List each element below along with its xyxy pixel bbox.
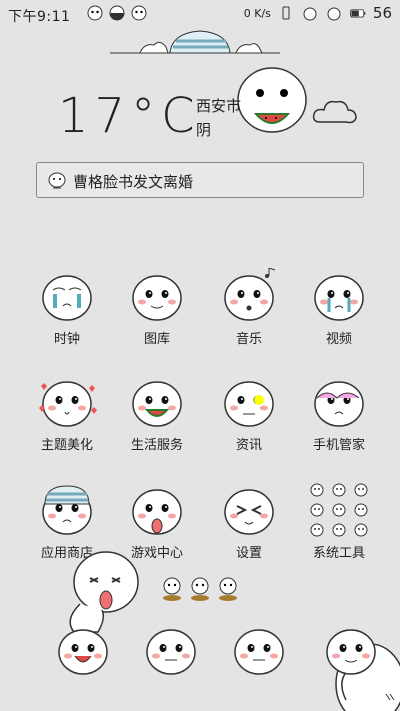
dock-contacts[interactable] [126,622,216,682]
app-news[interactable]: 资讯 [204,374,294,474]
app-label: 生活服务 [130,438,183,453]
watermelon-character-decoration [237,67,307,133]
dock-phone[interactable] [38,622,128,682]
dock-browser[interactable] [306,622,396,682]
status-time: 下午9:11 [8,9,71,25]
app-phone-manager[interactable]: 手机管家 [294,374,384,474]
notification-icons [86,4,148,22]
music-icon [224,268,276,321]
face-notification-icon [87,5,103,21]
temperature: 17°C [58,88,201,144]
network-speed: 0 K/s [243,6,271,20]
battery-level: 56 [372,4,392,22]
app-life-service[interactable]: 生活服务 [112,374,202,474]
page-dot-3 [219,577,237,601]
app-clock[interactable]: 时钟 [22,268,112,368]
half-moon-icon [109,5,125,21]
wifi-face-icon [303,7,317,21]
app-music[interactable]: 音乐 [204,268,294,368]
contacts-icon [146,629,196,675]
status-bar: 下午9:11 0 K/s 56 [0,0,400,28]
city-name: 西安市 [196,97,242,115]
settings-icon [224,489,274,535]
search-bar[interactable]: 曹格脸书发文离婚 [36,162,364,198]
app-system-tools[interactable]: 系统工具 [294,482,384,582]
page-dot-1 [163,577,181,601]
app-video[interactable]: 视频 [294,268,384,368]
app-label: 主题美化 [40,438,93,453]
phone-icon [58,629,108,675]
life-service-icon [132,381,182,427]
vibrate-icon [282,6,290,20]
theme-icon [39,381,97,427]
game-center-icon [132,489,182,535]
app-label: 时钟 [53,332,80,347]
app-gallery[interactable]: 图库 [112,268,202,368]
weather-condition: 阴 [196,121,212,139]
app-settings[interactable]: 设置 [204,482,294,582]
app-label: 视频 [325,332,352,347]
news-icon [224,381,274,427]
battery-icon [350,9,366,18]
dock-messages[interactable] [214,622,304,682]
messages-icon [234,629,284,675]
face-notification-icon [131,5,147,21]
phone-manager-icon [314,381,364,427]
search-hot-word: 曹格脸书发文离婚 [73,173,194,191]
clock-icon [42,275,92,321]
app-store-icon [42,485,92,535]
app-label: 设置 [235,546,262,561]
cloud-icon [312,100,357,124]
system-tools-icon [310,483,368,537]
video-icon [314,275,364,321]
app-theme[interactable]: 主题美化 [22,374,112,474]
app-label: 音乐 [235,332,262,347]
app-label: 手机管家 [312,438,365,453]
page-indicator[interactable] [158,574,242,602]
app-label: 图库 [143,332,170,347]
gallery-icon [132,275,182,321]
page-dot-2 [191,577,209,601]
app-label: 系统工具 [312,546,365,561]
face-search-icon [48,172,66,189]
app-label: 资讯 [235,438,262,453]
browser-icon [326,629,376,675]
signal-face-icon [327,7,341,21]
